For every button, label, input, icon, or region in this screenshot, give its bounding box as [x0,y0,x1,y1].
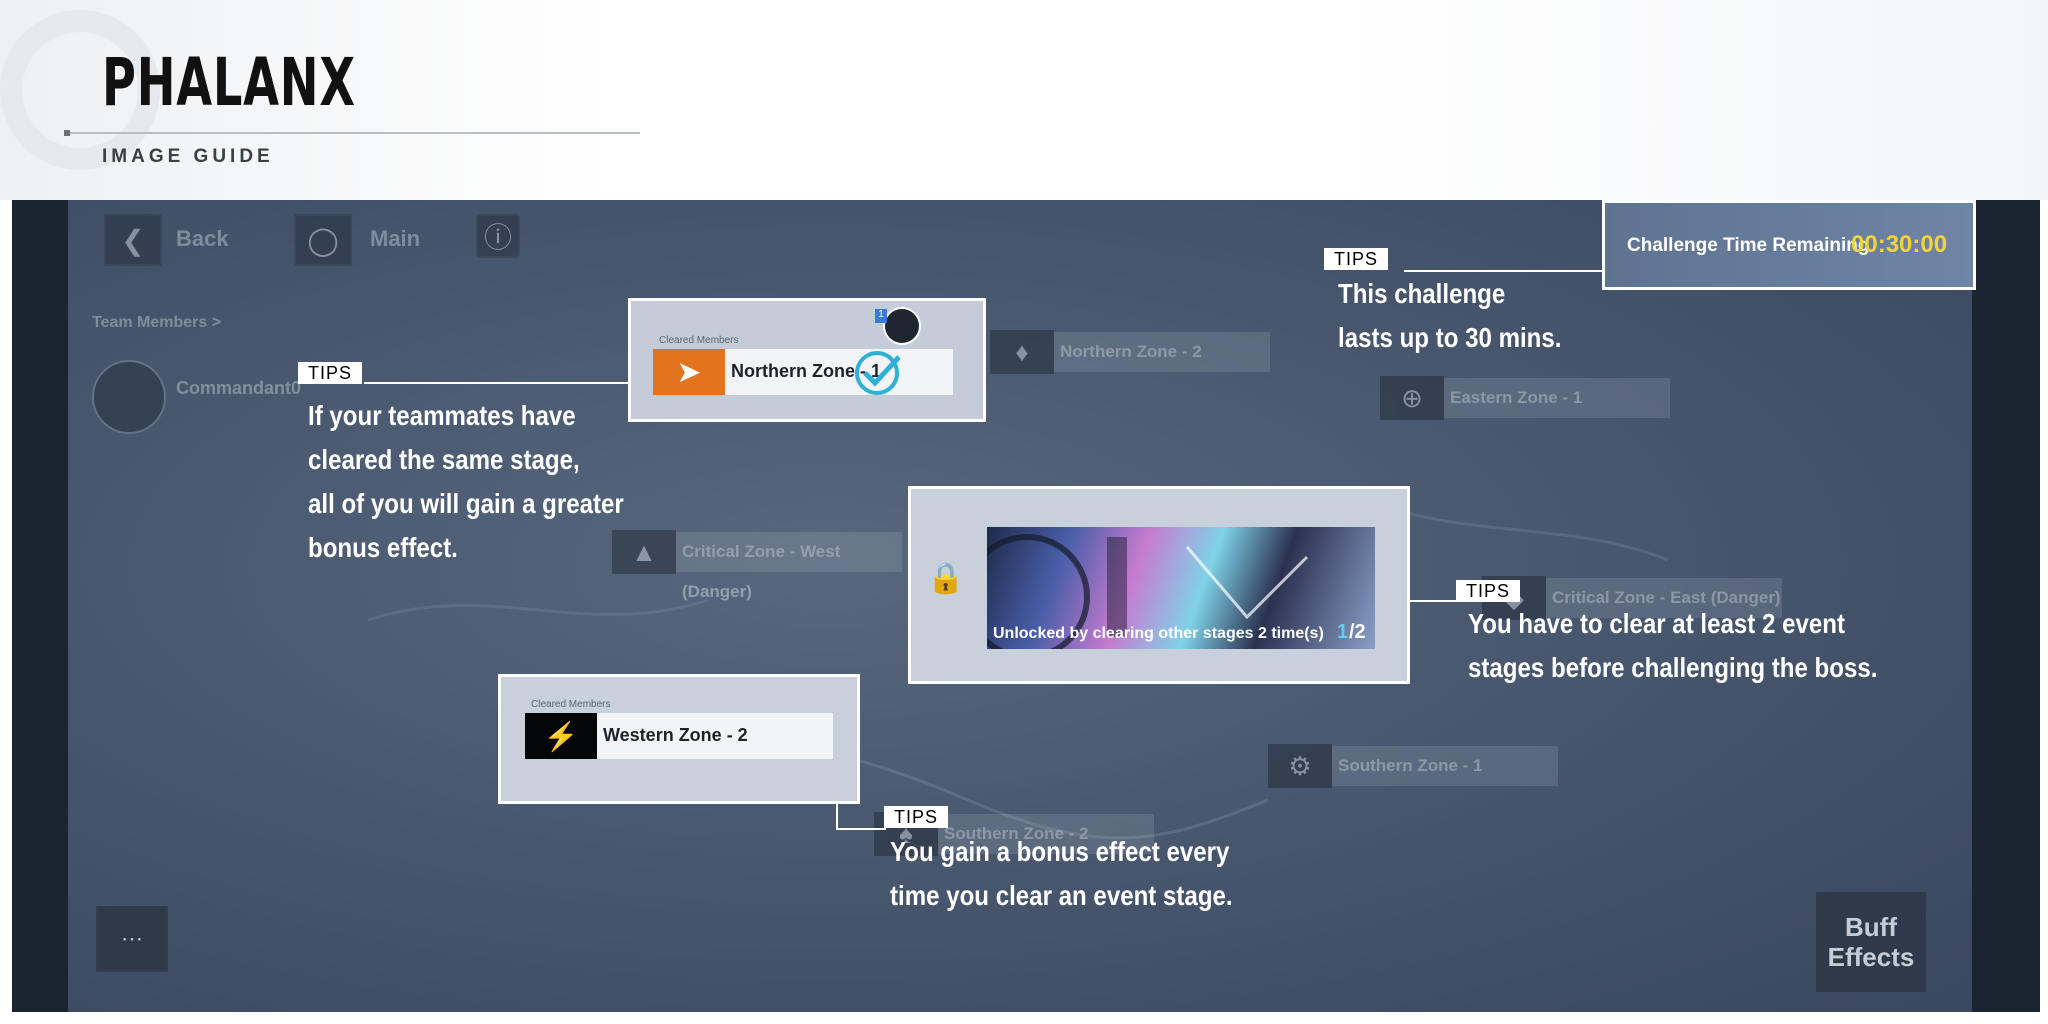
challenge-timer: Challenge Time Remaining 00:30:00 [1602,200,1976,290]
tips-tag: TIPS [884,806,949,828]
bonus-tip: You gain a bonus effect every time you cl… [890,836,1233,911]
lock-icon: 🔒 [927,562,965,595]
tip-connector [836,804,838,830]
progress-total: /2 [1349,621,1366,643]
circle-icon: ◯ [307,224,339,256]
zone-eastern-1[interactable]: ⊕ Eastern Zone - 1 [1380,376,1670,420]
northern-zone-1-card[interactable]: Cleared Members 1 ➤ Northern Zone - 1 [628,298,986,422]
zone-emblem-icon: ♦ [990,330,1054,374]
title-divider [64,132,640,134]
chat-button[interactable]: ⋯ [96,906,168,972]
buff-effects-button[interactable]: Buff Effects [1816,892,1926,992]
main-label: Main [370,226,421,251]
western-zone-2-card[interactable]: Cleared Members ⚡ Western Zone - 2 [498,674,860,804]
page-subtitle: IMAGE GUIDE [102,146,274,167]
member-avatar [883,307,921,345]
info-icon: ⓘ [483,222,512,253]
team-tip: If your teammates have cleared the same s… [308,400,624,563]
tip-connector [1410,600,1456,602]
cleared-members-caption: Cleared Members [531,699,611,710]
cleared-members-caption: Cleared Members [659,335,739,346]
chat-bubble-icon: ⋯ [121,926,143,951]
tips-tag: TIPS [1324,248,1389,270]
timer-value: 00:30:00 [1851,231,1948,258]
skater-icon: ⚡ [525,713,597,759]
main-button[interactable]: ◯ [294,214,352,266]
commander-avatar [92,360,166,434]
zone-label: Northern Zone - 2 [1054,332,1270,372]
zone-label: Southern Zone - 1 [1332,746,1558,786]
tips-tag: TIPS [1456,580,1521,602]
unlock-requirement: Unlocked by clearing other stages 2 time… [993,625,1324,642]
tips-tag: TIPS [298,362,363,384]
timer-label: Challenge Time Remaining [1627,235,1870,256]
timer-tip: This challenge lasts up to 30 mins. [1338,278,1562,353]
progress-current: 1 [1337,621,1349,643]
boss-tip: You have to clear at least 2 event stages… [1468,608,1878,683]
tip-connector [364,382,628,384]
gear-icon: ⚙ [1268,744,1332,788]
check-circle-icon [855,351,901,395]
info-button[interactable]: ⓘ [476,214,520,258]
page-title: PHALANX [102,44,356,121]
zone-northern-2[interactable]: ♦ Northern Zone - 2 [990,330,1270,374]
tip-connector [836,828,886,830]
back-button[interactable]: ❮ [104,214,162,266]
back-label: Back [176,226,229,251]
zone-label: Western Zone - 2 [603,725,748,745]
zone-label: Eastern Zone - 1 [1444,378,1670,418]
zone-critical-west[interactable]: ▲ Critical Zone - West (Danger) [612,530,902,601]
zone-label: Critical Zone - West (Danger) [676,532,902,601]
title-divider-dot [64,130,70,136]
team-members-link[interactable]: Team Members > [92,314,221,332]
member-badge: 1 [875,309,887,323]
boss-stage-card[interactable]: 🔒 Unlocked by clearing other stages 2 ti… [908,486,1410,684]
zone-southern-1[interactable]: ⚙ Southern Zone - 1 [1268,744,1558,788]
crosshair-icon: ⊕ [1380,376,1444,420]
chevron-left-icon: ❮ [121,224,145,256]
commander-name: Commandant0 [176,378,302,398]
wing-icon: ➤ [653,349,725,395]
